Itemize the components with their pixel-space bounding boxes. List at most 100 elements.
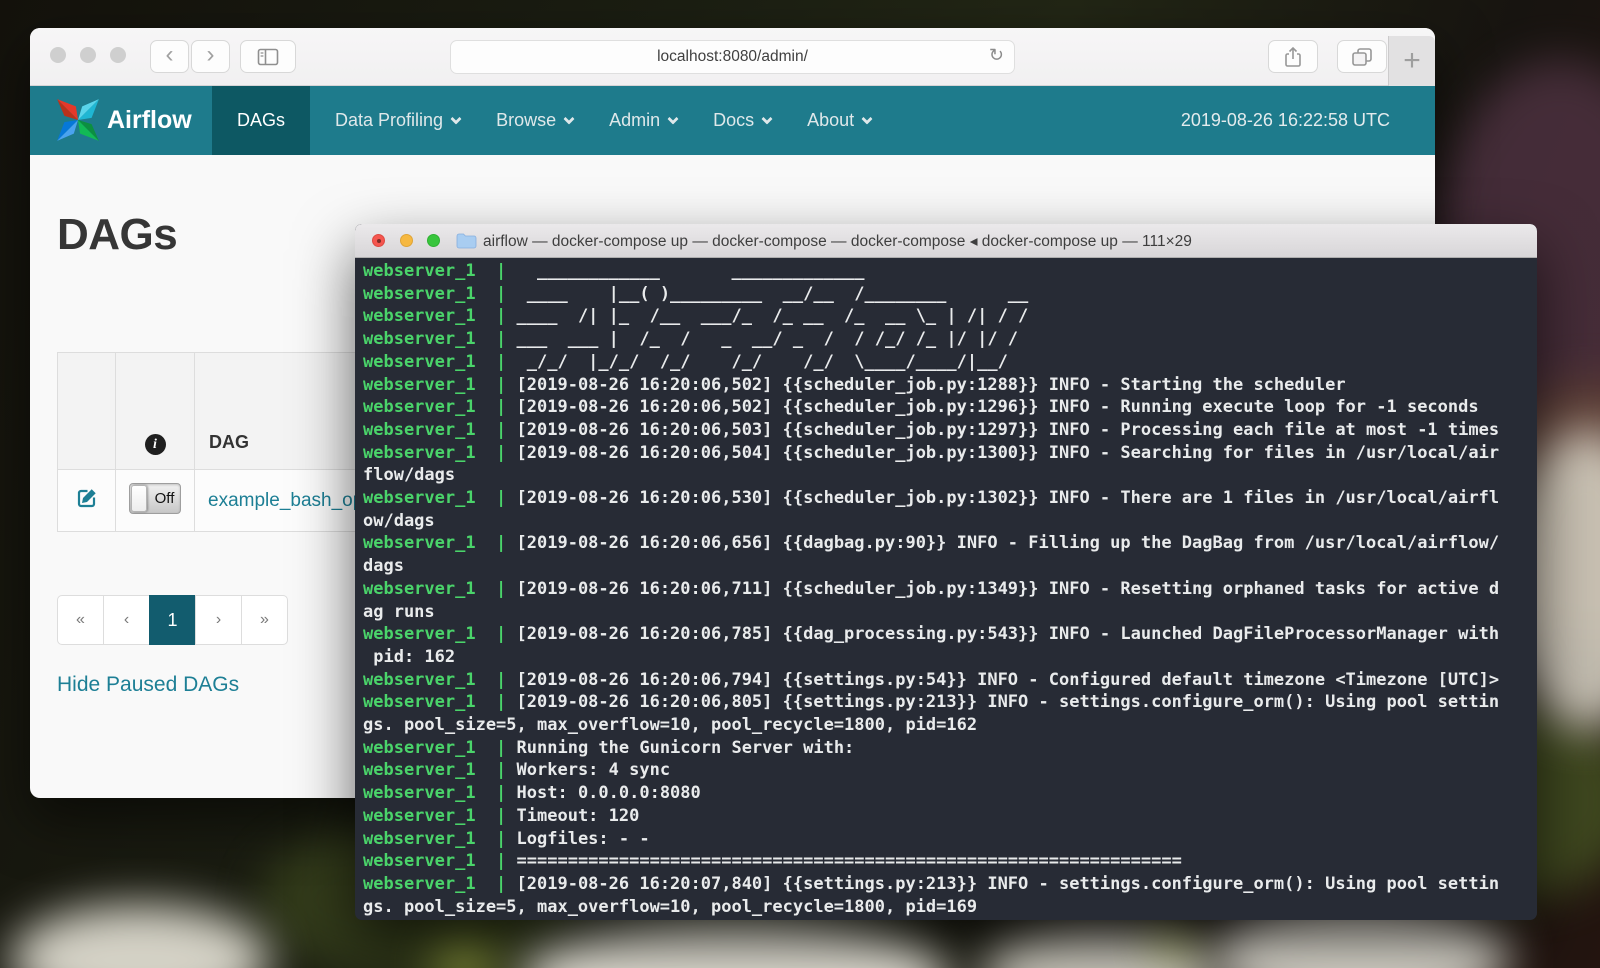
sidebar-button[interactable]	[240, 40, 296, 73]
terminal-log-line: webserver_1 | Running the Gunicorn Serve…	[363, 737, 1537, 760]
dag-pause-toggle[interactable]: Off	[129, 483, 181, 514]
forward-button[interactable]: ›	[191, 40, 230, 73]
log-text: [2019-08-26 16:20:06,785] {{dag_processi…	[506, 624, 1499, 644]
chevron-down-icon	[667, 113, 678, 124]
log-text: Logfiles: - -	[506, 829, 649, 849]
log-text: [2019-08-26 16:20:06,530] {{scheduler_jo…	[506, 488, 1499, 508]
compose-service-prefix: webserver_1 |	[363, 806, 506, 826]
compose-service-prefix: webserver_1 |	[363, 420, 506, 440]
menu-label: Browse	[496, 110, 556, 130]
airflow-navbar: Airflow DAGs Data Profiling Browse Admin Do…	[30, 86, 1435, 155]
log-text: Host: 0.0.0.0:8080	[506, 783, 700, 803]
reload-icon[interactable]: ↻	[989, 45, 1004, 66]
terminal-log-line: webserver_1 | [2019-08-26 16:20:06,502] …	[363, 396, 1537, 419]
compose-service-prefix: webserver_1 |	[363, 874, 506, 894]
terminal-log-line: webserver_1 | [2019-08-26 16:20:06,503] …	[363, 419, 1537, 442]
terminal-log-line: webserver_1 | Workers: 4 sync	[363, 759, 1537, 782]
log-text: gs. pool_size=5, max_overflow=10, pool_r…	[363, 715, 977, 735]
navbar-menu-item[interactable]: About	[807, 110, 871, 131]
terminal-log-line: webserver_1 | [2019-08-26 16:20:06,805] …	[363, 691, 1537, 714]
navbar-menu-item[interactable]: Admin	[609, 110, 677, 131]
forward-icon: ›	[207, 43, 215, 70]
menu-label: Admin	[609, 110, 660, 130]
navbar-menus: Data Profiling Browse Admin Docs About	[335, 86, 871, 155]
terminal-log-line: flow/dags	[363, 464, 1537, 487]
log-text: [2019-08-26 16:20:07,840] {{settings.py:…	[506, 874, 1499, 894]
daisy-center	[1150, 930, 1196, 956]
pagination-next[interactable]: ›	[195, 595, 242, 645]
plus-icon: +	[1403, 44, 1421, 78]
log-text: [2019-08-26 16:20:06,504] {{scheduler_jo…	[506, 443, 1499, 463]
terminal-log-line: webserver_1 | ____________ _____________	[363, 260, 1537, 283]
daisy-flower	[10, 905, 270, 968]
terminal-log-line: webserver_1 | [2019-08-26 16:20:06,656] …	[363, 532, 1537, 555]
terminal-titlebar[interactable]: airflow — docker-compose up — docker-com…	[355, 224, 1537, 258]
compose-service-prefix: webserver_1 |	[363, 329, 506, 349]
share-button[interactable]	[1268, 40, 1318, 73]
daisy-flower	[520, 915, 950, 968]
compose-service-prefix: webserver_1 |	[363, 783, 506, 803]
terminal-log-line: webserver_1 | Host: 0.0.0.0:8080	[363, 782, 1537, 805]
chevron-down-icon	[862, 113, 873, 124]
pagination-first[interactable]: «	[57, 595, 104, 645]
menu-label: Docs	[713, 110, 754, 130]
terminal-zoom-button[interactable]	[427, 234, 440, 247]
new-tab-button[interactable]: +	[1388, 36, 1435, 86]
toggle-cell: Off	[116, 470, 195, 532]
edit-dag-icon[interactable]	[75, 486, 99, 510]
toggle-knob	[131, 485, 147, 512]
info-icon[interactable]: i	[145, 434, 166, 455]
compose-service-prefix: webserver_1 |	[363, 284, 506, 304]
terminal-close-button[interactable]	[372, 234, 385, 247]
log-text: [2019-08-26 16:20:06,805] {{settings.py:…	[506, 692, 1499, 712]
window-zoom-button[interactable]	[110, 47, 126, 63]
compose-service-prefix: webserver_1 |	[363, 443, 506, 463]
log-text: ___ ___ | /_ / _ __/ _ / / /_/ /_ |/ |/ …	[506, 329, 1018, 349]
back-button[interactable]: ‹	[150, 40, 189, 73]
log-text: ____________ _____________	[506, 261, 864, 281]
brand-name[interactable]: Airflow	[107, 106, 192, 135]
pagination-page-1[interactable]: 1	[149, 595, 196, 645]
tab-overview-button[interactable]	[1337, 40, 1387, 73]
address-bar[interactable]: localhost:8080/admin/ ↻	[450, 40, 1015, 74]
terminal-minimize-button[interactable]	[400, 234, 413, 247]
window-close-button[interactable]	[50, 47, 66, 63]
terminal-window: airflow — docker-compose up — docker-com…	[355, 224, 1537, 920]
log-text: [2019-08-26 16:20:06,711] {{scheduler_jo…	[506, 579, 1499, 599]
terminal-log-line: webserver_1 | [2019-08-26 16:20:06,502] …	[363, 374, 1537, 397]
navbar-menu-item[interactable]: Browse	[496, 110, 573, 131]
tab-dags[interactable]: DAGs	[212, 86, 310, 155]
terminal-log-line: ow/dags	[363, 510, 1537, 533]
terminal-log-line: webserver_1 | [2019-08-26 16:20:06,794] …	[363, 669, 1537, 692]
navbar-menu-item[interactable]: Docs	[713, 110, 771, 131]
terminal-log-line: webserver_1 | ___ ___ | /_ / _ __/ _ / /…	[363, 328, 1537, 351]
log-text: [2019-08-26 16:20:06,502] {{scheduler_jo…	[506, 375, 1345, 395]
terminal-log-line: webserver_1 | ==========================…	[363, 850, 1537, 873]
compose-service-prefix: webserver_1 |	[363, 624, 506, 644]
hide-paused-dags-link[interactable]: Hide Paused DAGs	[57, 673, 239, 697]
compose-service-prefix: webserver_1 |	[363, 760, 506, 780]
log-text: ag runs	[363, 602, 435, 622]
compose-service-prefix: webserver_1 |	[363, 306, 506, 326]
terminal-log-line: webserver_1 | Logfiles: - -	[363, 828, 1537, 851]
chevron-down-icon	[450, 113, 461, 124]
compose-service-prefix: webserver_1 |	[363, 670, 506, 690]
header-edit-column	[58, 353, 116, 470]
pagination-prev[interactable]: ‹	[103, 595, 150, 645]
navbar-menu-item[interactable]: Data Profiling	[335, 110, 460, 131]
log-text: flow/dags	[363, 465, 455, 485]
log-text: dags	[363, 556, 404, 576]
log-text: [2019-08-26 16:20:06,656] {{dagbag.py:90…	[506, 533, 1499, 553]
window-minimize-button[interactable]	[80, 47, 96, 63]
compose-service-prefix: webserver_1 |	[363, 261, 506, 281]
compose-service-prefix: webserver_1 |	[363, 533, 506, 553]
terminal-log-line: webserver_1 | [2019-08-26 16:20:06,711] …	[363, 578, 1537, 601]
terminal-log-line: webserver_1 | [2019-08-26 16:20:06,504] …	[363, 442, 1537, 465]
log-text: pid: 162	[363, 647, 455, 667]
terminal-log-line: pid: 162	[363, 646, 1537, 669]
terminal-log-line: webserver_1 | _/_/ |_/_/ /_/ /_/ /_/ \__…	[363, 351, 1537, 374]
log-text: ____ /| |_ /__ ___/_ /_ __ /_ __ \_ | /|…	[506, 306, 1028, 326]
pagination-last[interactable]: »	[241, 595, 288, 645]
terminal-output[interactable]: webserver_1 | ____________ _____________…	[355, 258, 1537, 920]
terminal-log-line: webserver_1 | [2019-08-26 16:20:06,785] …	[363, 623, 1537, 646]
